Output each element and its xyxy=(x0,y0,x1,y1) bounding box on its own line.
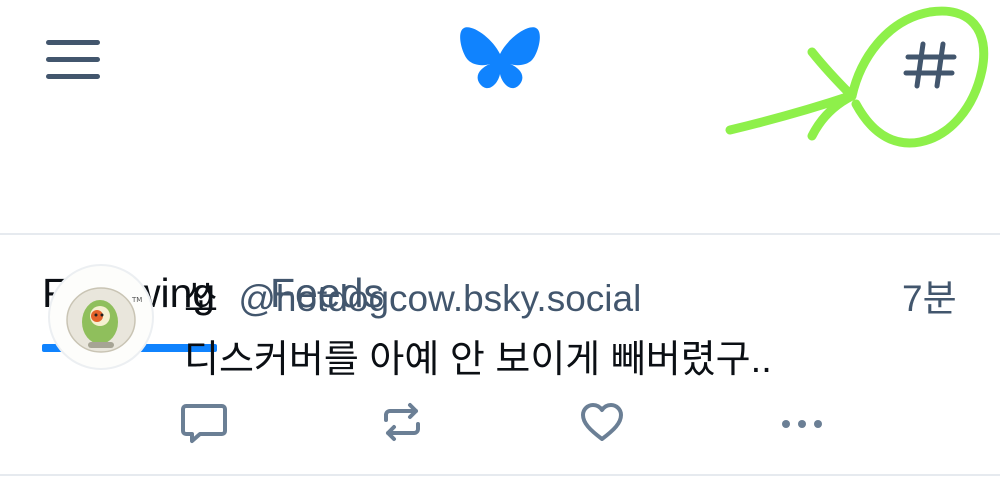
hashtag-icon xyxy=(903,41,957,89)
author-display-name[interactable]: 쏘 xyxy=(184,278,218,319)
menu-button[interactable] xyxy=(40,32,106,88)
feed-tabs: Following Feeds xyxy=(0,120,1000,352)
post-timestamp[interactable]: 7분 xyxy=(902,268,957,322)
top-header xyxy=(0,0,1000,120)
more-options-button[interactable] xyxy=(772,398,832,446)
post-divider xyxy=(0,474,1000,476)
reply-icon xyxy=(181,404,227,443)
post-text: 디스커버를 아예 안 보이게 빼버렸구.. xyxy=(184,339,772,381)
like-icon xyxy=(581,403,623,441)
author-handle[interactable]: @hotdogcow.bsky.social xyxy=(238,278,641,319)
repost-icon xyxy=(384,403,420,441)
butterfly-logo-icon xyxy=(460,27,540,89)
repost-button[interactable] xyxy=(372,398,432,446)
reply-button[interactable] xyxy=(176,398,236,446)
svg-text:TM: TM xyxy=(131,296,142,304)
like-button[interactable] xyxy=(572,398,632,446)
bluesky-logo[interactable] xyxy=(458,24,542,96)
avatar[interactable]: TM xyxy=(48,264,154,370)
post-author: 쏘 @hotdogcow.bsky.social xyxy=(184,268,641,322)
more-icon xyxy=(782,420,822,428)
feeds-hashtag-button[interactable] xyxy=(890,30,970,100)
avatar-image: TM xyxy=(66,287,142,353)
hamburger-menu-icon xyxy=(46,40,100,79)
